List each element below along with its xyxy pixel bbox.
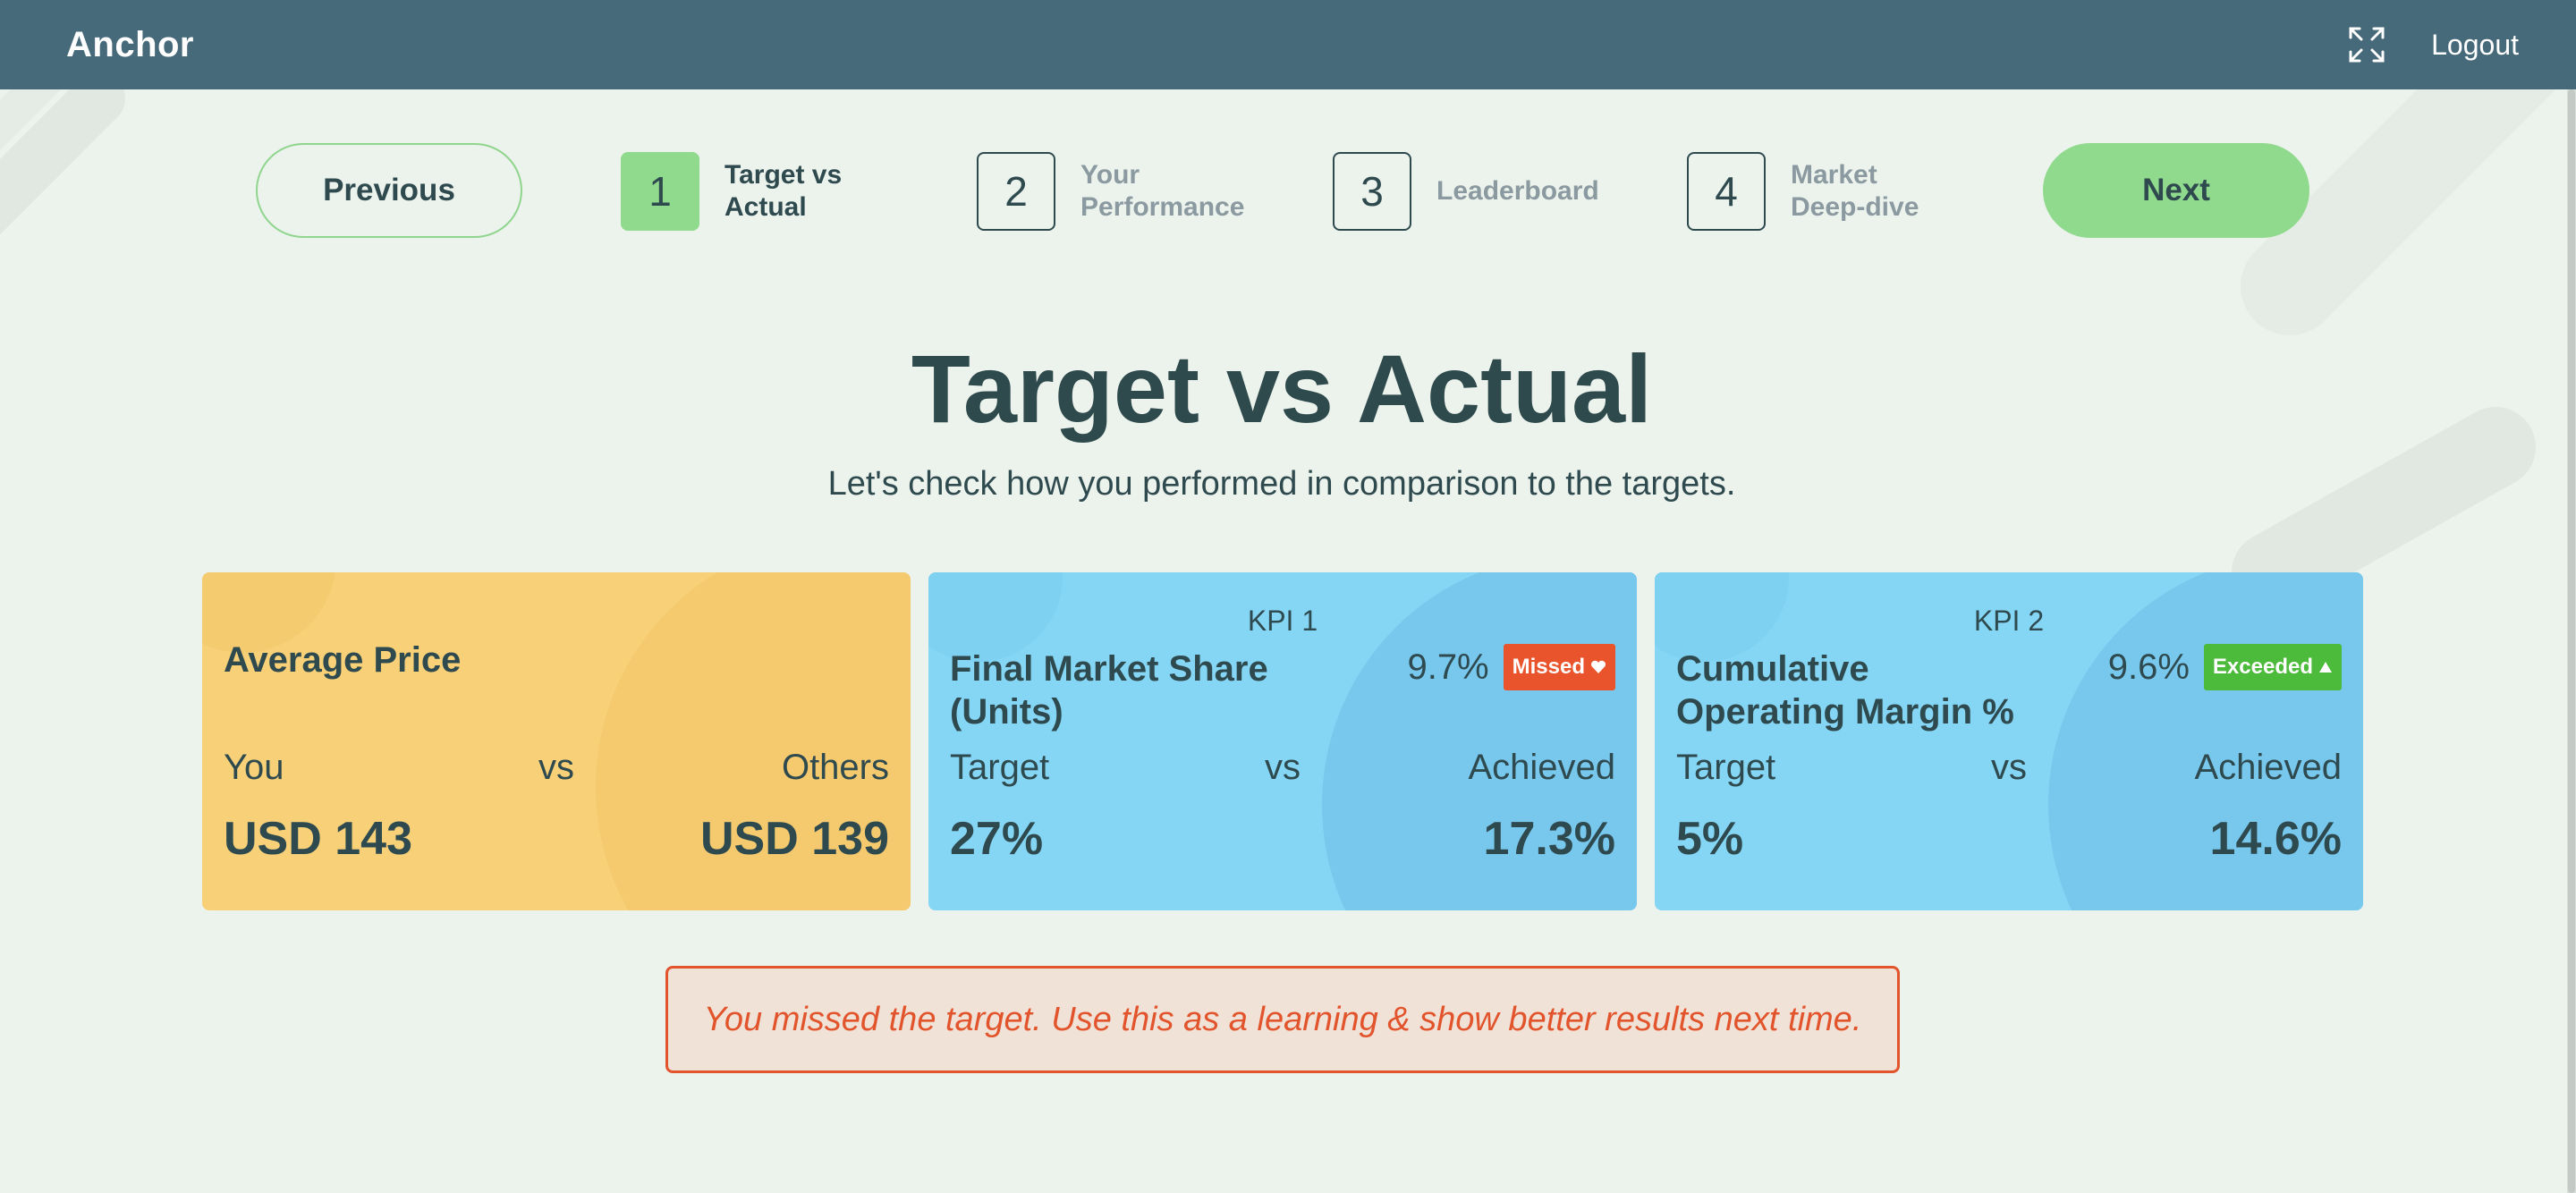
comparison-values: USD 143 USD 139	[224, 812, 889, 866]
right-label: Others	[781, 748, 889, 787]
next-button[interactable]: Next	[2043, 143, 2309, 238]
achieved-label: Achieved	[1468, 748, 1615, 787]
step-number: 1	[621, 152, 699, 231]
step-4[interactable]: 4 Market Deep-dive	[1687, 152, 1970, 231]
target-value: 5%	[1676, 813, 1744, 865]
kpi-tag: KPI 1	[1247, 605, 1318, 637]
heart-down-icon	[1591, 660, 1606, 673]
page-subtitle: Let's check how you performed in compari…	[827, 465, 1736, 503]
step-navigation: Previous 1 Target vs Actual 2 Your Perform…	[256, 143, 2309, 240]
step-2[interactable]: 2 Your Performance	[977, 152, 1259, 231]
step-label: Market Deep-dive	[1791, 160, 1919, 222]
metric-value: 9.6%	[2107, 647, 2190, 687]
achieved-value: 14.6%	[2209, 813, 2342, 865]
metric-row: 9.6% Exceeded	[2108, 644, 2342, 690]
step-3[interactable]: 3 Leaderboard	[1333, 152, 1615, 231]
left-label: You	[224, 748, 284, 787]
status-badge: Exceeded	[2203, 644, 2342, 690]
top-bar: Anchor Logout	[0, 0, 2576, 89]
card-title: Cumulative Operating Margin %	[1676, 649, 2014, 732]
top-bar-actions: Logout	[2347, 25, 2519, 64]
comparison-values: 5% 14.6%	[1676, 812, 2342, 866]
step-label: Target vs Actual	[724, 160, 843, 222]
kpi-2-card: KPI 2 Cumulative Operating Margin % 9.6% …	[1655, 572, 2363, 910]
step-number: 3	[1333, 152, 1411, 231]
kpi-1-card: KPI 1 Final Market Share (Units) 9.7% Mis…	[928, 572, 1637, 910]
triangle-up-icon	[2319, 662, 2332, 673]
card-title: Average Price	[224, 640, 462, 680]
step-1[interactable]: 1 Target vs Actual	[621, 152, 903, 231]
comparison-values: 27% 17.3%	[950, 812, 1615, 866]
left-value: USD 143	[224, 813, 412, 865]
brand-logo[interactable]: Anchor	[66, 25, 194, 65]
page-title: Target vs Actual	[911, 334, 1653, 443]
target-label: Target	[950, 748, 1050, 787]
feedback-message: You missed the target. Use this as a lea…	[665, 966, 1900, 1073]
achieved-label: Achieved	[2194, 748, 2342, 787]
vs-label: vs	[1991, 748, 2027, 787]
vs-label: vs	[1265, 748, 1301, 787]
step-label: Your Performance	[1080, 160, 1245, 222]
expand-icon[interactable]	[2347, 25, 2386, 64]
achieved-value: 17.3%	[1483, 813, 1615, 865]
target-label: Target	[1676, 748, 1776, 787]
right-value: USD 139	[700, 813, 889, 865]
vs-label: vs	[538, 748, 574, 787]
target-value: 27%	[950, 813, 1044, 865]
scrollbar-thumb[interactable]	[2568, 89, 2575, 1193]
step-number: 4	[1687, 152, 1766, 231]
card-title: Final Market Share (Units)	[950, 649, 1268, 732]
metric-row: 9.7% Missed	[1407, 644, 1615, 690]
logout-link[interactable]: Logout	[2431, 29, 2519, 62]
kpi-tag: KPI 2	[1973, 605, 2045, 637]
status-badge: Missed	[1503, 644, 1615, 690]
step-number: 2	[977, 152, 1055, 231]
previous-button[interactable]: Previous	[256, 143, 522, 238]
metric-value: 9.7%	[1407, 647, 1489, 687]
average-price-card: Average Price You Others vs USD 143 USD …	[202, 572, 911, 910]
step-label: Leaderboard	[1436, 176, 1599, 206]
